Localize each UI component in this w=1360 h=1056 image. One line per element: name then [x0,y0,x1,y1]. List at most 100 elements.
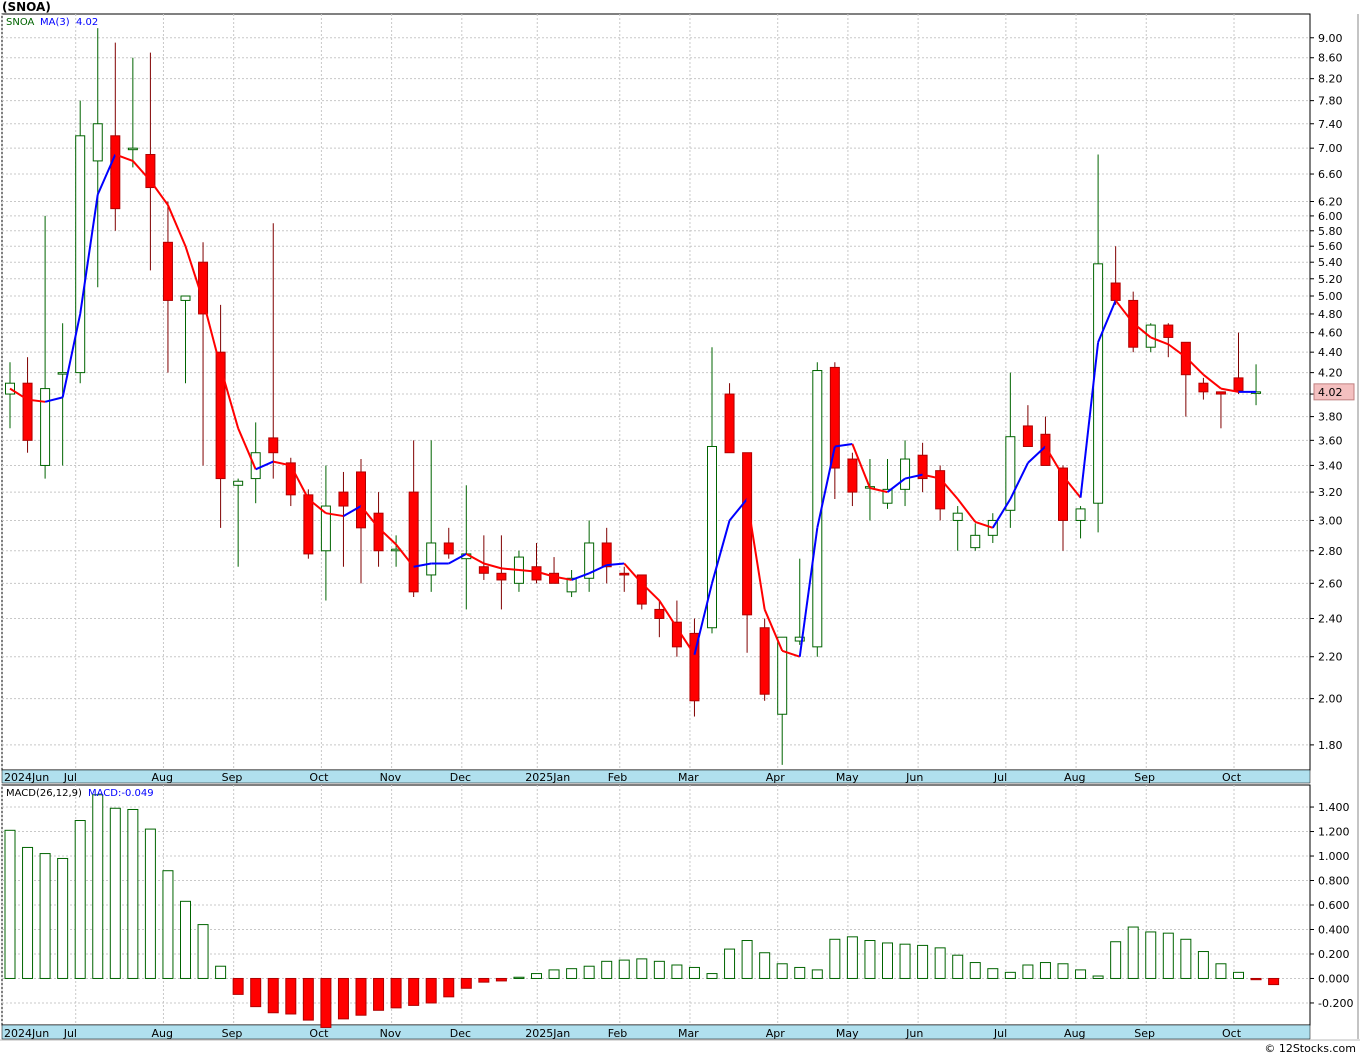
macd-bar [899,943,911,979]
candle-body [724,393,735,454]
macd-bar [127,808,139,979]
macd-bar [952,954,964,979]
macd-legend-label: MACD(26,12,9) [6,788,82,799]
candle-body [233,480,244,486]
price-tick-label: 7.80 [1318,95,1343,108]
candle-body [847,458,858,493]
price-date-axis [1,769,1311,784]
price-tick-label: 5.20 [1318,273,1343,286]
price-month-label: Oct [1222,771,1242,784]
price-month-label: Oct [309,771,329,784]
candle-body [1093,263,1104,504]
candle-body [268,437,279,454]
price-tick-label: 3.00 [1318,514,1343,527]
macd-bar [337,977,349,1020]
candle-body [57,372,68,375]
candle-body [408,491,419,593]
macd-bar [74,820,86,979]
macd-tick-label: 0.200 [1318,948,1350,961]
price-month-label: Dec [450,771,471,784]
price-month-label: Jul [63,771,77,784]
candle-body [22,382,33,441]
candle-body [1163,324,1174,338]
macd-bar [653,960,665,979]
candle-body [145,153,156,189]
candle-body [338,491,349,507]
stock-chart: 9.00 8.60 8.20 7.80 7.40 7.00 6.60 6.20 6.00 5.80… [0,13,1360,1041]
macd-bar [320,977,332,1028]
macd-bar [1022,964,1034,979]
macd-month-label: Sep [1134,1027,1155,1040]
macd-bar [829,938,841,979]
macd-bar [1233,971,1244,979]
macd-month-label: 2024Jun [4,1027,49,1040]
macd-month-label: Nov [380,1027,402,1040]
price-tick-label: 9.00 [1318,32,1343,45]
macd-bar [1215,963,1227,979]
price-month-label: May [836,771,859,784]
macd-bar [390,977,402,1009]
macd-bar [92,794,104,979]
candle-body [742,452,753,616]
price-month-label: 2024Jun [4,771,49,784]
macd-bar [250,977,262,1008]
price-tick-label: 3.40 [1318,459,1343,472]
macd-bar [495,977,507,982]
candle-body [426,542,437,576]
candle-body [1215,391,1226,395]
candle-body [935,470,946,510]
macd-bar [917,944,929,979]
macd-bar [811,969,823,979]
macd-month-label: May [836,1027,859,1040]
macd-bar [759,952,771,979]
macd-bar [618,959,630,979]
price-tick-label: 4.60 [1318,327,1343,340]
candle-body [671,621,682,648]
price-tick-label: 1.80 [1318,739,1343,752]
price-tick-label: 6.00 [1318,210,1343,223]
candle-body [1233,377,1244,392]
legend-symbol: SNOA [6,17,35,28]
macd-bar [776,963,788,979]
macd-month-label: Dec [450,1027,471,1040]
macd-tick-label: -0.200 [1318,997,1353,1010]
macd-month-label: Oct [1222,1027,1242,1040]
legend-ma-label: MA(3) [40,17,70,28]
price-tick-label: 5.40 [1318,256,1343,269]
candle-body [478,566,489,574]
last-price-value: 4.02 [1318,386,1343,399]
legend-ma-value: 4.02 [76,17,98,28]
candle-body [1022,425,1033,447]
macd-bar [197,924,209,979]
macd-tick-label: 0.000 [1318,972,1350,985]
macd-bar [1057,963,1069,979]
candle-body [970,534,981,549]
macd-bar [864,940,876,979]
candle-body [162,241,173,301]
macd-bar [215,965,227,979]
macd-bar [566,968,578,979]
macd-bar [987,968,999,979]
candle-body [250,452,261,480]
candle-body [75,135,86,374]
macd-bar [688,966,700,979]
candle-body [619,572,630,576]
price-tick-label: 2.40 [1318,612,1343,625]
candle-body [1075,508,1086,521]
macd-month-label: Oct [309,1027,329,1040]
price-month-label: Feb [608,771,627,784]
macd-bar [671,964,683,979]
macd-bar [724,948,736,979]
macd-month-label: Apr [766,1027,786,1040]
macd-bar [1180,938,1192,979]
macd-bar [969,962,981,979]
macd-month-label: Aug [151,1027,172,1040]
credit-text: © 12Stocks.com [1264,1042,1356,1055]
macd-tick-label: 0.800 [1318,875,1350,888]
price-tick-label: 8.60 [1318,52,1343,65]
candle-body [215,351,226,480]
macd-bar [355,977,367,1016]
macd-month-label: Feb [608,1027,627,1040]
macd-bar [794,966,806,979]
macd-bar [1250,977,1262,981]
